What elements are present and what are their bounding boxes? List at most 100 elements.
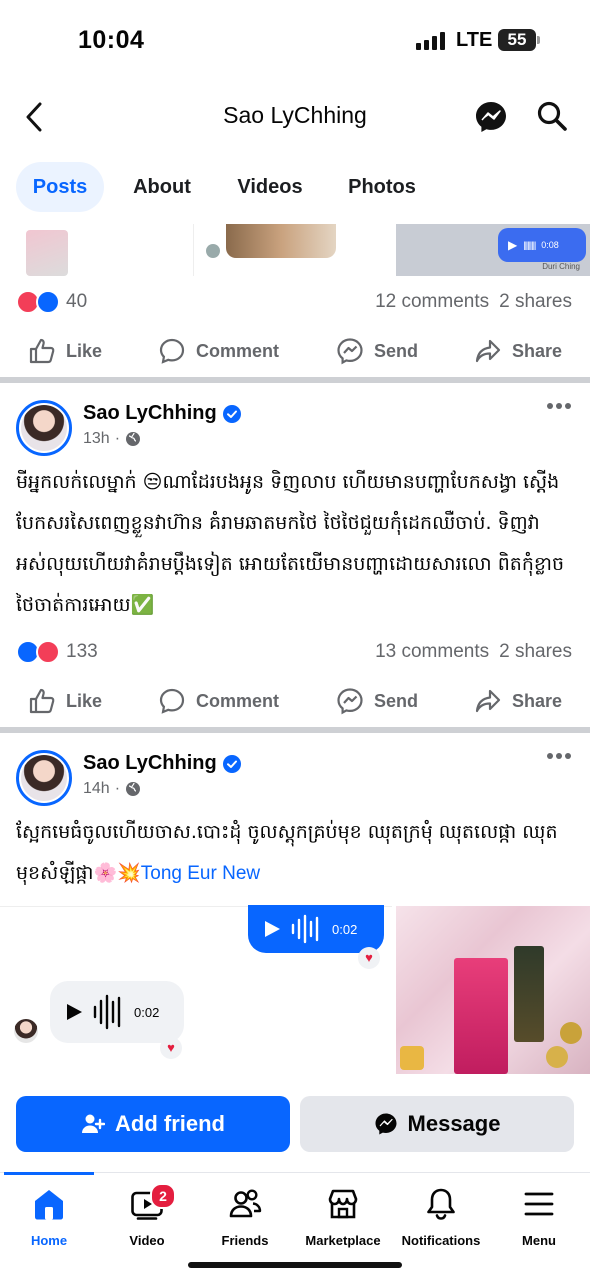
home-icon	[35, 1190, 63, 1220]
reaction-summary[interactable]: 40 12 comments 2 shares	[0, 282, 590, 322]
network-label: LTE	[456, 29, 493, 51]
reaction-icons	[16, 290, 64, 314]
profile-tabs: Posts About Videos Photos	[0, 162, 590, 214]
play-icon	[265, 921, 280, 937]
like-label: Like	[66, 340, 103, 361]
comment-count[interactable]: 13 comments	[375, 641, 489, 662]
messenger-icon[interactable]	[474, 100, 508, 134]
add-friend-button[interactable]: Add friend	[16, 1096, 290, 1152]
nav-video-label: Video	[129, 1233, 165, 1248]
more-options-icon[interactable]	[546, 752, 572, 760]
comment-count[interactable]: 12 comments	[375, 291, 489, 312]
sender-label: Duri Ching	[542, 262, 580, 271]
nav-home[interactable]: Home	[0, 1183, 98, 1248]
tagged-page-link[interactable]: Tong Eur New	[141, 863, 260, 884]
reaction-count: 40	[66, 291, 88, 312]
send-button[interactable]: Send	[336, 676, 418, 726]
post-header: Sao LyChhing 14h ·	[0, 750, 590, 810]
like-label: Like	[66, 690, 103, 711]
media-thumb[interactable]	[0, 224, 194, 276]
post-body-text: ស្អែកមេធំចូលហើយចាស.បោះដុំ ចូលស្តុកគ្រប់ម…	[16, 812, 576, 894]
share-count[interactable]: 2 shares	[499, 291, 572, 312]
post-actions: Like Comment Send Share	[0, 676, 590, 726]
send-label: Send	[374, 690, 419, 711]
globe-icon	[126, 782, 141, 796]
post-divider	[0, 727, 590, 733]
sent-voice-message[interactable]: 0:02	[248, 905, 384, 953]
sender-avatar	[14, 1019, 38, 1043]
status-time: 10:04	[78, 26, 145, 54]
comment-icon	[159, 688, 185, 714]
received-voice-message[interactable]: 0:02	[50, 981, 184, 1043]
like-icon	[29, 688, 55, 714]
tab-photos[interactable]: Photos	[334, 162, 430, 212]
nav-menu[interactable]: Menu	[490, 1183, 588, 1248]
nav-video[interactable]: 2 Video	[98, 1183, 196, 1248]
status-bar: 10:04 LTE 55	[0, 0, 590, 80]
media-thumb[interactable]	[198, 224, 390, 276]
send-button[interactable]: Send	[336, 326, 418, 376]
comment-label: Comment	[196, 340, 280, 361]
verified-badge-icon	[222, 754, 241, 773]
waveform-icon	[93, 994, 121, 1030]
nav-menu-label: Menu	[522, 1233, 556, 1248]
battery-level: 55	[507, 30, 527, 49]
bell-icon	[427, 1188, 455, 1220]
messenger-send-icon	[337, 338, 363, 365]
globe-icon	[126, 432, 141, 446]
post-timestamp: 13h ·	[83, 430, 141, 448]
active-tab-indicator	[4, 1172, 94, 1175]
tab-videos[interactable]: Videos	[222, 162, 318, 212]
avatar[interactable]	[16, 400, 72, 456]
signal-icon	[416, 32, 446, 50]
nav-marketplace[interactable]: Marketplace	[294, 1183, 392, 1248]
avatar[interactable]	[16, 750, 72, 806]
add-friend-label: Add friend	[115, 1111, 225, 1136]
author-name: Sao LyChhing	[83, 752, 217, 774]
screenshot-image: 0:02 ♥ 0:02 ♥	[0, 905, 392, 1074]
battery-icon: 55	[498, 29, 540, 51]
profile-header: Sao LyChhing	[0, 86, 590, 146]
comment-share-counts: 13 comments 2 shares	[365, 641, 572, 663]
share-label: Share	[512, 340, 563, 361]
media-thumb[interactable]: ▶ ||||||||| 0:08 Duri Ching	[396, 224, 590, 276]
more-options-icon[interactable]	[546, 402, 572, 410]
comment-button[interactable]: Comment	[158, 676, 279, 726]
search-icon[interactable]	[536, 100, 568, 132]
share-button[interactable]: Share	[474, 676, 562, 726]
share-button[interactable]: Share	[474, 326, 562, 376]
post-body-text: មីអ្នកលក់លេម្នាក់ 😒ណាដែរបងអូន ទិញលាប ហើយ…	[16, 471, 565, 616]
nav-friends[interactable]: Friends	[196, 1183, 294, 1248]
tab-posts[interactable]: Posts	[16, 162, 104, 212]
like-button[interactable]: Like	[28, 326, 102, 376]
play-icon	[67, 1004, 82, 1020]
friends-icon	[229, 1189, 262, 1218]
like-button[interactable]: Like	[28, 676, 102, 726]
post-author[interactable]: Sao LyChhing	[83, 752, 241, 775]
product-jar	[560, 1022, 582, 1044]
voice-duration: 0:08	[541, 240, 559, 250]
voice-message-bubble[interactable]: ▶ ||||||||| 0:08	[498, 228, 586, 262]
tab-about[interactable]: About	[120, 162, 204, 212]
reaction-count: 133	[66, 641, 98, 662]
comment-icon	[159, 338, 185, 364]
nav-marketplace-label: Marketplace	[305, 1233, 381, 1248]
reaction-summary[interactable]: 133 13 comments 2 shares	[0, 632, 590, 672]
nav-friends-label: Friends	[221, 1233, 269, 1248]
post-media[interactable]: 0:02 ♥ 0:02 ♥	[0, 905, 590, 1074]
menu-icon	[524, 1192, 554, 1216]
post-divider	[0, 377, 590, 383]
share-count[interactable]: 2 shares	[499, 641, 572, 662]
post-media-strip: ▶ ||||||||| 0:08 Duri Ching	[0, 224, 590, 276]
product-jar	[400, 1046, 424, 1070]
product-jar	[546, 1046, 568, 1068]
comment-button[interactable]: Comment	[158, 326, 279, 376]
product-photo[interactable]	[396, 906, 590, 1074]
message-button[interactable]: Message	[300, 1096, 574, 1152]
voice-duration: 0:02	[332, 921, 358, 937]
heart-reaction-icon: ♥	[358, 947, 380, 969]
verified-badge-icon	[222, 404, 241, 423]
nav-notifications[interactable]: Notifications	[392, 1183, 490, 1248]
post-author[interactable]: Sao LyChhing	[83, 402, 241, 425]
product-box	[454, 958, 508, 1074]
